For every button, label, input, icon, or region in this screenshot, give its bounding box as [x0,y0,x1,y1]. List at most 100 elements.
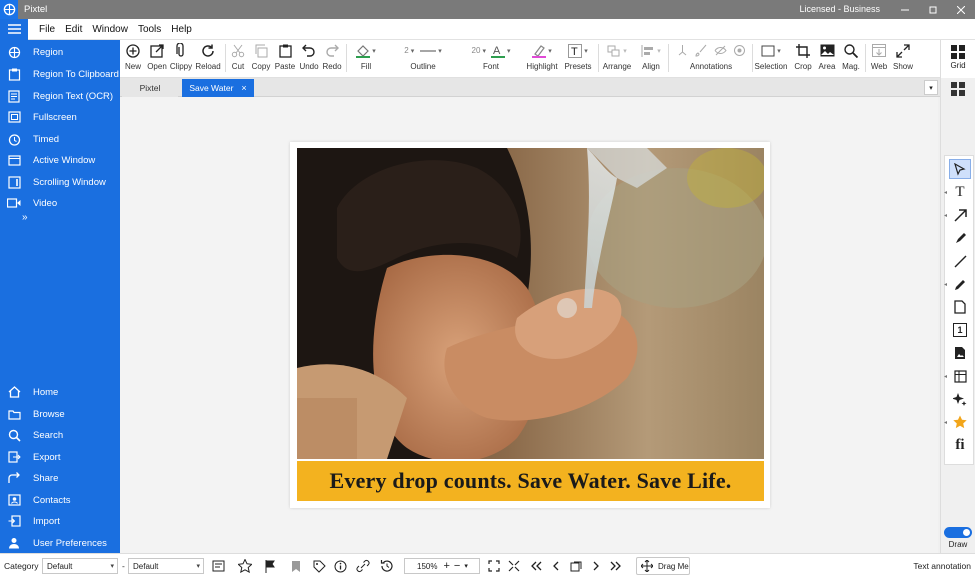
star-outline-icon[interactable] [237,558,253,574]
info-icon[interactable] [332,558,348,574]
marker-tool[interactable] [945,227,975,249]
sidebar-item-label: Contacts [33,494,71,506]
draw-toggle[interactable]: Draw [942,527,974,551]
properties-icon[interactable] [210,558,226,574]
sidebar-item-fullscreen[interactable]: Fullscreen [0,107,120,127]
preset-select[interactable]: Default ▾ [128,558,204,574]
redo-button[interactable]: Redo [321,41,343,75]
pen-tool[interactable]: ◂ [944,273,975,295]
menu-edit[interactable]: Edit [60,24,87,35]
pen-icon [954,278,967,291]
clippy-button[interactable]: Clippy [169,41,193,75]
line-tool[interactable] [945,250,975,272]
sidebar-item-export[interactable]: Export [0,447,120,467]
align-button[interactable]: ▾ Align [636,41,666,75]
sidebar-item-region-text-ocr[interactable]: Region Text (OCR) [0,86,120,106]
close-tab-icon[interactable]: × [241,83,246,93]
open-button[interactable]: Open [146,41,168,75]
sidebar-item-region[interactable]: Region [0,42,120,62]
svg-text:A: A [493,45,501,57]
fill-button[interactable]: ▾ Fill [348,41,384,75]
restore-button[interactable] [919,0,947,19]
presets-button[interactable]: T ▾ Presets [562,41,594,75]
menu-window[interactable]: Window [87,24,133,35]
previous-page-icon[interactable] [548,558,564,574]
highlight-button[interactable]: ▾ Highlight [524,41,560,75]
sidebar-item-scrolling-window[interactable]: Scrolling Window [0,172,120,192]
actual-size-icon[interactable] [506,558,522,574]
font-button[interactable]: 20 ▾ A ▾ Font [457,41,525,75]
status-bar: Category Default ▾ - Default ▾ 150% + − ▾ … [0,553,975,577]
favorite-tool[interactable]: ◂ [944,411,975,433]
arrow-tool[interactable]: ◂ [944,204,975,226]
tab-list-dropdown-icon[interactable]: ▾ [924,80,938,95]
minimize-button[interactable] [891,0,919,19]
sidebar-item-home[interactable]: Home [0,382,120,402]
menu-file[interactable]: File [34,24,60,35]
counter-tool[interactable]: 1 [945,319,975,341]
sidebar-item-share[interactable]: Share [0,468,120,488]
zoom-out-icon[interactable]: − [454,560,460,572]
page-view-icon[interactable] [568,558,584,574]
sidebar-item-import[interactable]: Import [0,511,120,531]
tab-save-water[interactable]: Save Water × [182,79,254,97]
pointer-tool[interactable] [945,158,975,180]
zoom-control[interactable]: 150% + − ▾ [404,558,480,574]
zoom-in-icon[interactable]: + [443,560,449,572]
area-button[interactable]: Area [816,41,838,75]
grid-button[interactable]: Grid [940,40,975,78]
magnifier-button[interactable]: Mag. [840,41,862,75]
tag-icon[interactable] [311,558,327,574]
sidebar-item-contacts[interactable]: Contacts [0,490,120,510]
paste-button[interactable]: Paste [273,41,297,75]
chevron-down-icon: ▾ [584,47,588,55]
panel-layout-icon[interactable] [949,80,967,98]
menu-tools[interactable]: Tools [133,24,166,35]
selection-button[interactable]: ▾ Selection [754,41,788,75]
copy-button[interactable]: Copy [250,41,272,75]
sidebar-item-video[interactable]: Video [0,193,120,213]
close-window-button[interactable] [947,0,975,19]
reload-button[interactable]: Reload [194,41,222,75]
next-page-icon[interactable] [588,558,604,574]
text-tool[interactable]: ◂ T [944,181,975,203]
sidebar-item-search[interactable]: Search [0,425,120,445]
selection-rect-icon [761,45,775,57]
sidebar-item-active-window[interactable]: Active Window [0,150,120,170]
undo-button[interactable]: Undo [298,41,320,75]
annotations-button[interactable]: Annotations [672,41,750,75]
sidebar-item-region-to-clipboard[interactable]: Region To Clipboard [0,64,120,84]
table-tool[interactable]: ◂ [944,365,975,387]
sidebar-item-timed[interactable]: Timed [0,129,120,149]
ligature-tool[interactable]: fi [945,434,975,456]
category-select[interactable]: Default ▾ [42,558,118,574]
note-tool[interactable] [945,296,975,318]
arrange-button[interactable]: ▾ Arrange [600,41,634,75]
sidebar-more-button[interactable]: » [22,212,28,223]
tab-pixtel[interactable]: Pixtel [122,79,178,97]
cut-button[interactable]: Cut [228,41,248,75]
crop-button[interactable]: Crop [792,41,814,75]
chevron-down-icon: ▾ [110,563,114,570]
flag-icon[interactable] [262,558,278,574]
fit-screen-icon[interactable] [486,558,502,574]
new-button[interactable]: New [122,41,144,75]
sidebar-item-user-preferences[interactable]: User Preferences [0,533,120,553]
last-page-icon[interactable] [608,558,624,574]
menu-help[interactable]: Help [166,24,197,35]
sidebar-item-browse[interactable]: Browse [0,404,120,424]
bookmark-icon[interactable] [288,558,304,574]
history-icon[interactable] [379,558,395,574]
magic-tool[interactable] [945,388,975,410]
outline-button[interactable]: 2 ▾ ▾ Outline [388,41,458,75]
image-canvas[interactable]: Every drop counts. Save Water. Save Life… [120,97,938,553]
image-insert-tool[interactable] [945,342,975,364]
toggle-switch-icon[interactable] [944,527,972,538]
drag-me-button[interactable]: Drag Me [636,557,690,575]
web-button[interactable]: Web [868,41,890,75]
first-page-icon[interactable] [528,558,544,574]
hamburger-menu-icon[interactable] [0,18,28,40]
chevron-down-icon[interactable]: ▾ [464,562,468,570]
show-button[interactable]: Show [891,41,915,75]
link-add-icon[interactable] [355,558,371,574]
